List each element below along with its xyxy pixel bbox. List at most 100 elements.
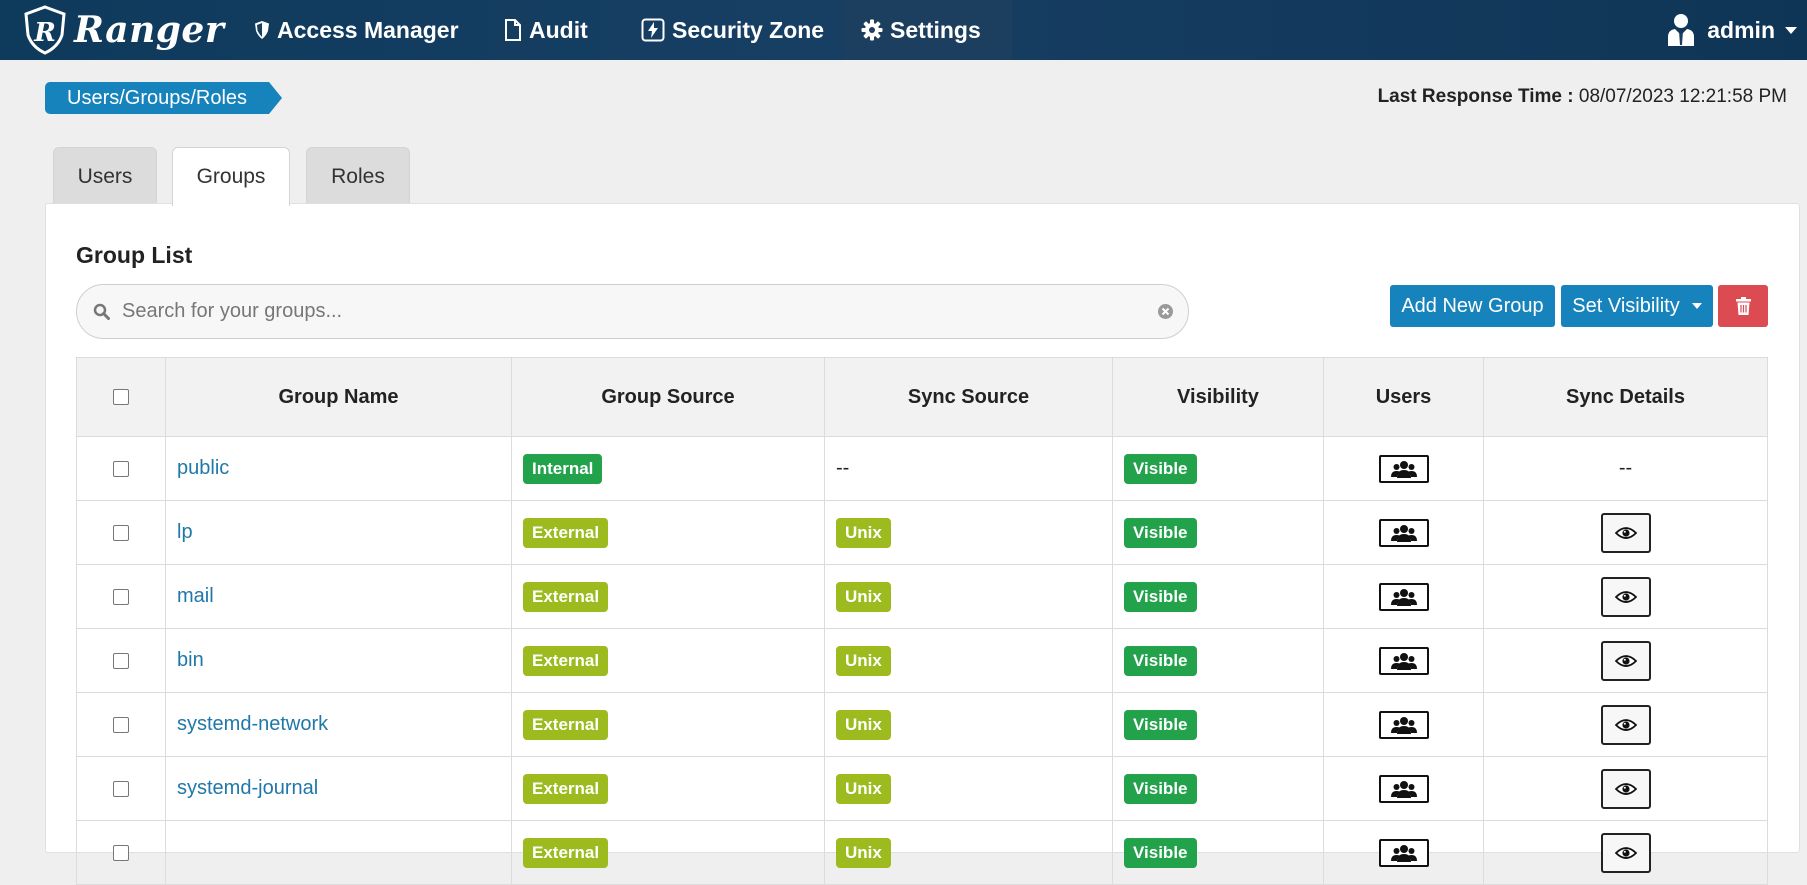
visibility-cell: Visible	[1112, 628, 1324, 693]
tab-roles[interactable]: Roles	[306, 147, 410, 205]
sync-details-cell	[1483, 692, 1768, 757]
breadcrumb[interactable]: Users/Groups/Roles	[45, 82, 283, 114]
nav-audit-label: Audit	[529, 16, 588, 43]
set-visibility-button[interactable]: Set Visibility	[1561, 285, 1713, 327]
view-users-button[interactable]	[1378, 646, 1429, 675]
users-cell	[1323, 500, 1484, 565]
users-cell	[1323, 820, 1484, 885]
nav-audit[interactable]: Audit	[486, 0, 606, 60]
visibility-badge: Visible	[1124, 517, 1197, 548]
svg-text:R: R	[33, 18, 56, 48]
user-menu[interactable]: admin	[1667, 0, 1797, 60]
view-users-button[interactable]	[1378, 518, 1429, 547]
users-icon	[1390, 588, 1417, 606]
view-users-button[interactable]	[1378, 710, 1429, 739]
eye-icon	[1614, 654, 1637, 667]
group-name-link[interactable]: public	[177, 457, 229, 479]
view-users-button[interactable]	[1378, 582, 1429, 611]
row-checkbox[interactable]	[113, 588, 129, 605]
sync-source-badge: Unix	[836, 581, 891, 612]
view-users-button[interactable]	[1378, 838, 1429, 867]
row-checkbox[interactable]	[113, 844, 129, 861]
add-new-group-button[interactable]: Add New Group	[1390, 285, 1555, 327]
row-checkbox[interactable]	[113, 652, 129, 669]
table-row: systemd-journal External Unix Visible	[76, 756, 1768, 821]
brand-name: Ranger	[74, 9, 225, 51]
group-source-cell: External	[511, 692, 825, 757]
visibility-badge: Visible	[1124, 773, 1197, 804]
group-name-cell: mail	[165, 564, 512, 629]
eye-icon	[1614, 526, 1637, 539]
view-sync-details-button[interactable]	[1600, 640, 1651, 681]
row-select-cell	[76, 820, 166, 885]
nav-security-zone[interactable]: Security Zone	[623, 0, 842, 60]
visibility-badge: Visible	[1124, 709, 1197, 740]
tab-users-label: Users	[77, 164, 133, 188]
chevron-down-icon	[1785, 26, 1797, 34]
add-new-group-label: Add New Group	[1401, 294, 1544, 317]
nav-settings[interactable]: Settings	[843, 0, 1012, 60]
view-sync-details-button[interactable]	[1600, 512, 1651, 553]
search-input[interactable]	[120, 299, 1157, 324]
table-row: bin External Unix Visible	[76, 628, 1768, 693]
group-source-badge: External	[523, 837, 609, 868]
sync-details-cell	[1483, 820, 1768, 885]
eye-icon	[1614, 590, 1637, 603]
nav-access-manager[interactable]: Access Manager	[236, 0, 477, 60]
group-name-link[interactable]: systemd-journal	[177, 777, 318, 799]
row-select-cell	[76, 692, 166, 757]
table-row: public Internal -- Visible --	[76, 436, 1768, 501]
view-sync-details-button[interactable]	[1600, 576, 1651, 617]
visibility-cell: Visible	[1112, 692, 1324, 757]
users-cell	[1323, 628, 1484, 693]
brand[interactable]: R Ranger	[22, 4, 224, 56]
table-row: External Unix Visible	[76, 820, 1768, 885]
group-source-cell: External	[511, 820, 825, 885]
visibility-cell: Visible	[1112, 756, 1324, 821]
view-users-button[interactable]	[1378, 774, 1429, 803]
group-name-link[interactable]: bin	[177, 649, 204, 671]
row-checkbox[interactable]	[113, 780, 129, 797]
tab-groups[interactable]: Groups	[172, 147, 290, 206]
tab-users[interactable]: Users	[53, 147, 157, 205]
top-navbar: R Ranger Access Manager Audit Security Z…	[0, 0, 1807, 60]
group-name-link[interactable]: lp	[177, 521, 193, 543]
row-select-cell	[76, 628, 166, 693]
nav-access-manager-label: Access Manager	[277, 16, 459, 43]
visibility-cell: Visible	[1112, 500, 1324, 565]
view-sync-details-button[interactable]	[1600, 768, 1651, 809]
sync-source-cell: Unix	[824, 564, 1113, 629]
row-checkbox[interactable]	[113, 524, 129, 541]
nav-security-zone-label: Security Zone	[672, 16, 825, 43]
row-checkbox[interactable]	[113, 460, 129, 477]
group-source-badge: External	[523, 773, 609, 804]
group-name-cell	[165, 820, 512, 885]
search-box[interactable]	[76, 284, 1189, 339]
select-all-checkbox[interactable]	[113, 389, 129, 406]
view-sync-details-button[interactable]	[1600, 832, 1651, 873]
group-name-link[interactable]: mail	[177, 585, 214, 607]
sync-source-cell: Unix	[824, 628, 1113, 693]
sync-source-cell: Unix	[824, 692, 1113, 757]
delete-button[interactable]	[1718, 285, 1768, 327]
last-response-value: 08/07/2023 12:21:58 PM	[1578, 86, 1787, 107]
group-source-cell: External	[511, 500, 825, 565]
group-name-cell: lp	[165, 500, 512, 565]
row-checkbox[interactable]	[113, 716, 129, 733]
header-group-name[interactable]: Group Name	[165, 357, 512, 437]
group-source-cell: External	[511, 756, 825, 821]
visibility-cell: Visible	[1112, 820, 1324, 885]
clear-search-icon[interactable]	[1157, 303, 1174, 320]
tab-groups-label: Groups	[196, 165, 266, 188]
group-name-cell: bin	[165, 628, 512, 693]
group-name-cell: systemd-journal	[165, 756, 512, 821]
table-row: lp External Unix Visible	[76, 500, 1768, 565]
group-name-link[interactable]: systemd-network	[177, 713, 328, 735]
sync-source-badge: Unix	[836, 645, 891, 676]
table-header-row: Group Name Group Source Sync Source Visi…	[76, 357, 1768, 437]
row-select-cell	[76, 756, 166, 821]
visibility-badge: Visible	[1124, 581, 1197, 612]
view-users-button[interactable]	[1378, 454, 1429, 483]
view-sync-details-button[interactable]	[1600, 704, 1651, 745]
users-icon	[1390, 460, 1417, 478]
